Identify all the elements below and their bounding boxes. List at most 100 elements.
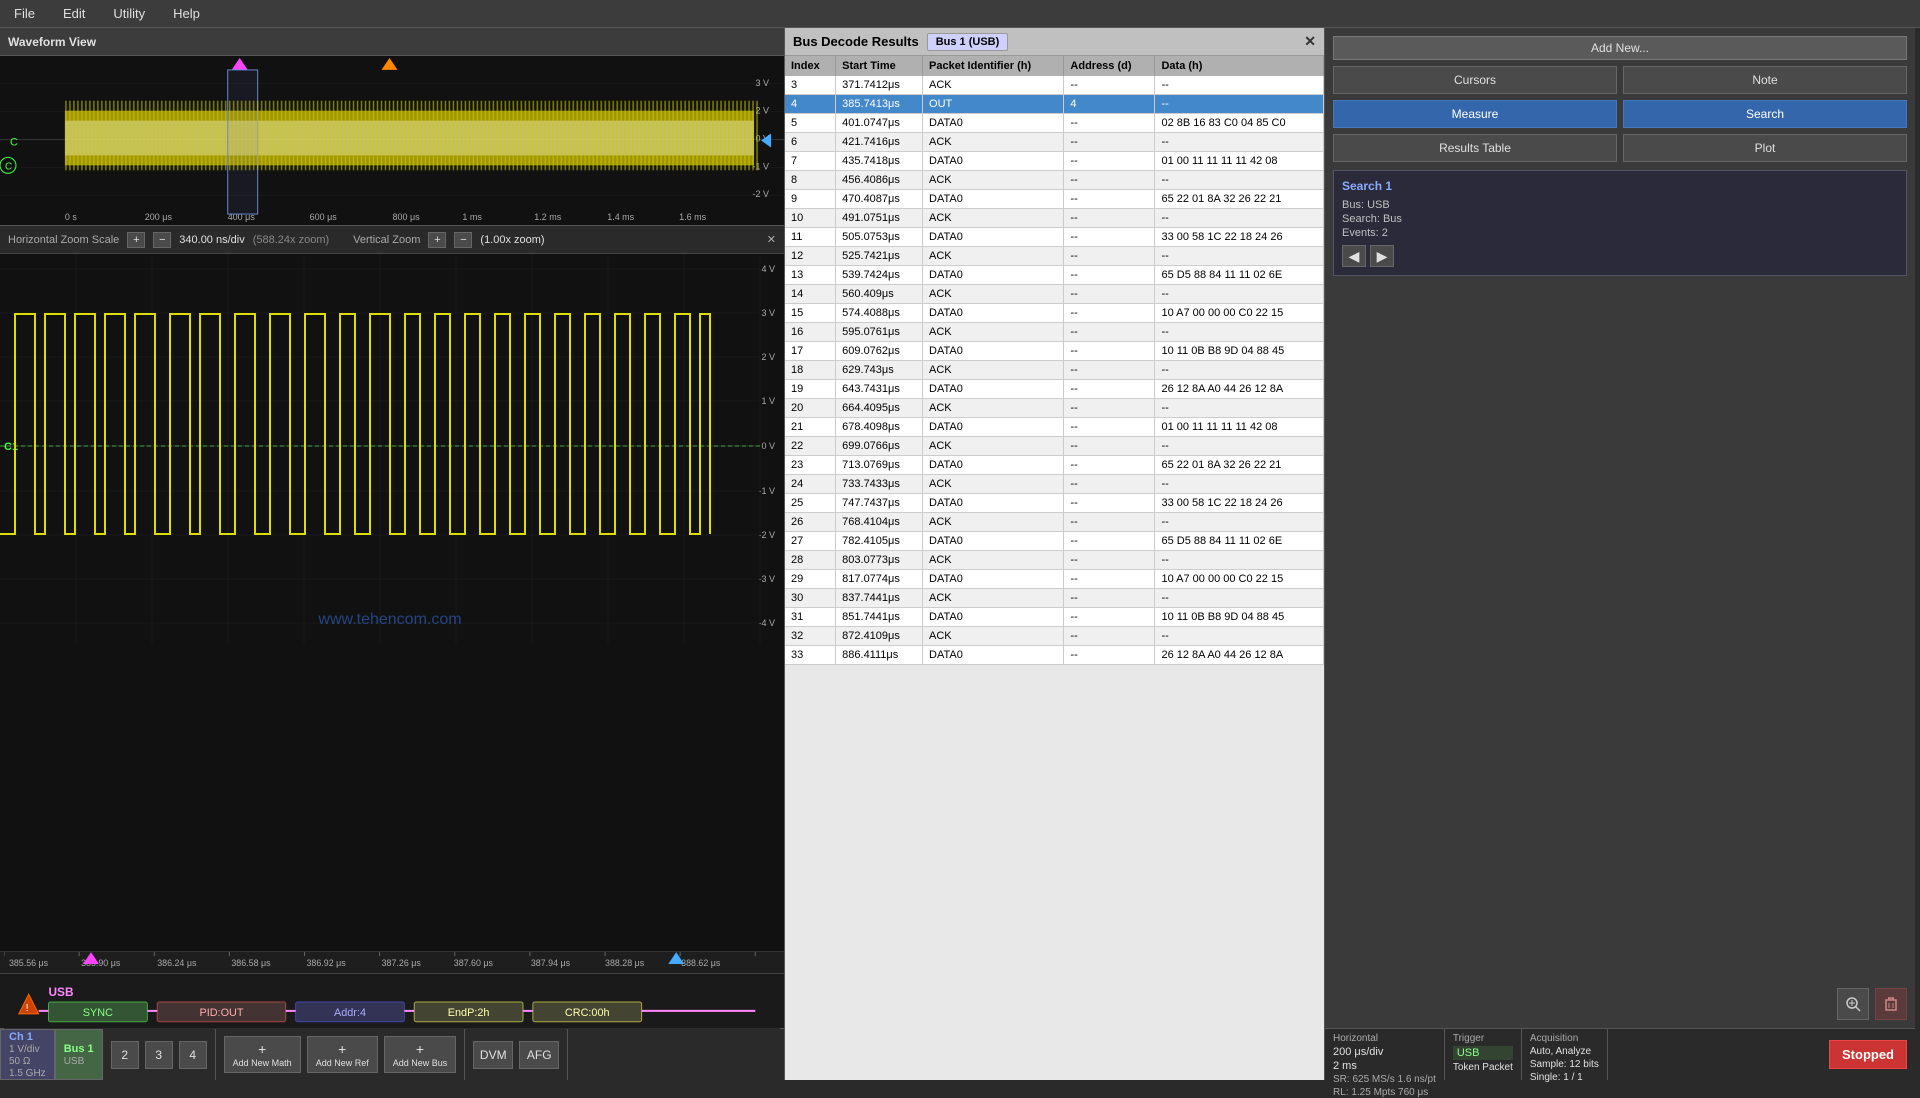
menu-file[interactable]: File [8, 4, 41, 23]
menu-utility[interactable]: Utility [107, 4, 151, 23]
table-row[interactable]: 4385.7413μsOUT4-- [785, 95, 1324, 114]
table-row[interactable]: 31851.7441μsDATA0--10 11 0B B8 9D 04 88 … [785, 608, 1324, 627]
svg-text:!: ! [26, 1002, 29, 1013]
svg-text:CRC:00h: CRC:00h [565, 1006, 610, 1018]
ch1-info: Ch 1 1 V/div 50 Ω 1.5 GHz [0, 1029, 55, 1080]
table-row[interactable]: 20664.4095μsACK---- [785, 399, 1324, 418]
waveform-area: Waveform View / [0, 28, 785, 1080]
afg-btn[interactable]: AFG [519, 1041, 559, 1069]
col-data: Data (h) [1155, 56, 1324, 76]
table-row[interactable]: 10491.0751μsACK---- [785, 209, 1324, 228]
vt-zoom-minus[interactable]: − [454, 232, 472, 248]
svg-text:387.94 μs: 387.94 μs [531, 957, 571, 967]
channel-buttons: 2 3 4 [103, 1029, 216, 1080]
overview-waveform: // We'll draw these in the template belo… [0, 56, 784, 226]
measure-btn[interactable]: Measure [1333, 100, 1617, 128]
ch4-btn[interactable]: 4 [179, 1041, 207, 1069]
table-row[interactable]: 24733.7433μsACK---- [785, 475, 1324, 494]
svg-text:385.56 μs: 385.56 μs [9, 957, 49, 967]
table-row[interactable]: 12525.7421μsACK---- [785, 247, 1324, 266]
acq-val2: Sample: 12 bits [1530, 1059, 1599, 1070]
plot-btn[interactable]: Plot [1623, 134, 1907, 162]
decode-close-btn[interactable]: ✕ [1304, 33, 1316, 50]
table-row[interactable]: 23713.0769μsDATA0--65 22 01 8A 32 26 22 … [785, 456, 1324, 475]
ch2-btn[interactable]: 2 [111, 1041, 139, 1069]
horizontal-info: Horizontal 200 μs/div 2 ms SR: 625 MS/s … [1325, 1029, 1445, 1080]
table-row[interactable]: 30837.7441μsACK---- [785, 589, 1324, 608]
table-row[interactable]: 15574.4088μsDATA0--10 A7 00 00 00 C0 22 … [785, 304, 1324, 323]
stopped-btn[interactable]: Stopped [1829, 1040, 1907, 1069]
decode-table-container[interactable]: Index Start Time Packet Identifier (h) A… [785, 56, 1324, 1080]
table-row[interactable]: 7435.7418μsDATA0--01 00 11 11 11 11 42 0… [785, 152, 1324, 171]
waveform-title-bar: Waveform View [0, 28, 784, 56]
hz-zoom-minus[interactable]: − [153, 232, 171, 248]
decode-table: Index Start Time Packet Identifier (h) A… [785, 56, 1324, 665]
svg-text:1 V: 1 V [761, 396, 775, 406]
menu-help[interactable]: Help [167, 4, 206, 23]
nav-next-btn[interactable]: ▶ [1370, 245, 1394, 267]
table-row[interactable]: 13539.7424μsDATA0--65 D5 88 84 11 11 02 … [785, 266, 1324, 285]
svg-text:1.4 ms: 1.4 ms [607, 212, 634, 222]
table-row[interactable]: 17609.0762μsDATA0--10 11 0B B8 9D 04 88 … [785, 342, 1324, 361]
search-bus-info: Bus: USB [1342, 199, 1898, 211]
table-row[interactable]: 32872.4109μsACK---- [785, 627, 1324, 646]
svg-text:386.92 μs: 386.92 μs [306, 957, 346, 967]
search-type-info: Search: Bus [1342, 213, 1898, 225]
nav-prev-btn[interactable]: ◀ [1342, 245, 1366, 267]
decode-table-body: 3371.7412μsACK----4385.7413μsOUT4--5401.… [785, 76, 1324, 665]
table-row[interactable]: 16595.0761μsACK---- [785, 323, 1324, 342]
table-row[interactable]: 14560.409μsACK---- [785, 285, 1324, 304]
add-new-btn[interactable]: Add New... [1333, 36, 1907, 60]
table-row[interactable]: 25747.7437μsDATA0--33 00 58 1C 22 18 24 … [785, 494, 1324, 513]
vt-zoom-plus[interactable]: + [428, 232, 446, 248]
horizontal-label: Horizontal [1333, 1033, 1436, 1044]
col-index: Index [785, 56, 836, 76]
table-row[interactable]: 19643.7431μsDATA0--26 12 8A A0 44 26 12 … [785, 380, 1324, 399]
right-buttons-top: Add New... Cursors Note Measure Search R… [1325, 28, 1915, 170]
cursors-btn[interactable]: Cursors [1333, 66, 1617, 94]
add-math-btn[interactable]: + Add New Math [224, 1036, 301, 1073]
table-row[interactable]: 28803.0773μsACK---- [785, 551, 1324, 570]
usb-bus-svg: ! USB SYNC PID:OUT Addr:4 EndP:2h CRC:00… [4, 974, 780, 1029]
table-row[interactable]: 9470.4087μsDATA0--65 22 01 8A 32 26 22 2… [785, 190, 1324, 209]
svg-text:387.26 μs: 387.26 μs [382, 957, 422, 967]
zoom-icon-btn[interactable] [1837, 988, 1869, 1020]
table-row[interactable]: 5401.0747μsDATA0--02 8B 16 83 C0 04 85 C… [785, 114, 1324, 133]
right-bottom-actions [1325, 980, 1915, 1028]
ch1-label: Ch 1 [9, 1031, 46, 1043]
table-row[interactable]: 26768.4104μsACK---- [785, 513, 1324, 532]
search-magnify-icon [1845, 996, 1861, 1012]
table-row[interactable]: 11505.0753μsDATA0--33 00 58 1C 22 18 24 … [785, 228, 1324, 247]
table-row[interactable]: 29817.0774μsDATA0--10 A7 00 00 00 C0 22 … [785, 570, 1324, 589]
svg-text:386.24 μs: 386.24 μs [157, 957, 197, 967]
add-ref-btn[interactable]: + Add New Ref [307, 1036, 378, 1073]
hz-zoom-plus[interactable]: + [127, 232, 145, 248]
table-row[interactable]: 22699.0766μsACK---- [785, 437, 1324, 456]
table-row[interactable]: 3371.7412μsACK---- [785, 76, 1324, 95]
svg-text:3 V: 3 V [756, 78, 769, 88]
ch3-btn[interactable]: 3 [145, 1041, 173, 1069]
add-bus-btn[interactable]: + Add New Bus [384, 1036, 457, 1073]
main-waveform-svg: 4 V 3 V 2 V 1 V 0 V -1 V -2 V -3 V -4 V [0, 254, 784, 644]
table-row[interactable]: 21678.4098μsDATA0--01 00 11 11 11 11 42 … [785, 418, 1324, 437]
col-addr: Address (d) [1064, 56, 1155, 76]
close-zoom-btn[interactable]: ✕ [767, 233, 776, 246]
bus1-info: Bus 1 USB [55, 1029, 103, 1080]
table-row[interactable]: 8456.4086μsACK---- [785, 171, 1324, 190]
delete-btn[interactable] [1875, 988, 1907, 1020]
table-row[interactable]: 33886.4111μsDATA0--26 12 8A A0 44 26 12 … [785, 646, 1324, 665]
bus-tag: Bus 1 (USB) [927, 33, 1009, 51]
table-row[interactable]: 6421.7416μsACK---- [785, 133, 1324, 152]
dvm-btn[interactable]: DVM [473, 1041, 513, 1069]
svg-text:1.2 ms: 1.2 ms [534, 212, 561, 222]
svg-text:C: C [5, 161, 12, 172]
svg-text:386.58 μs: 386.58 μs [231, 957, 271, 967]
menu-edit[interactable]: Edit [57, 4, 91, 23]
results-table-btn[interactable]: Results Table [1333, 134, 1617, 162]
table-row[interactable]: 18629.743μsACK---- [785, 361, 1324, 380]
search-btn[interactable]: Search [1623, 100, 1907, 128]
search-events-info: Events: 2 [1342, 227, 1898, 239]
horizontal-val1: 200 μs/div [1333, 1046, 1436, 1058]
note-btn[interactable]: Note [1623, 66, 1907, 94]
table-row[interactable]: 27782.4105μsDATA0--65 D5 88 84 11 11 02 … [785, 532, 1324, 551]
